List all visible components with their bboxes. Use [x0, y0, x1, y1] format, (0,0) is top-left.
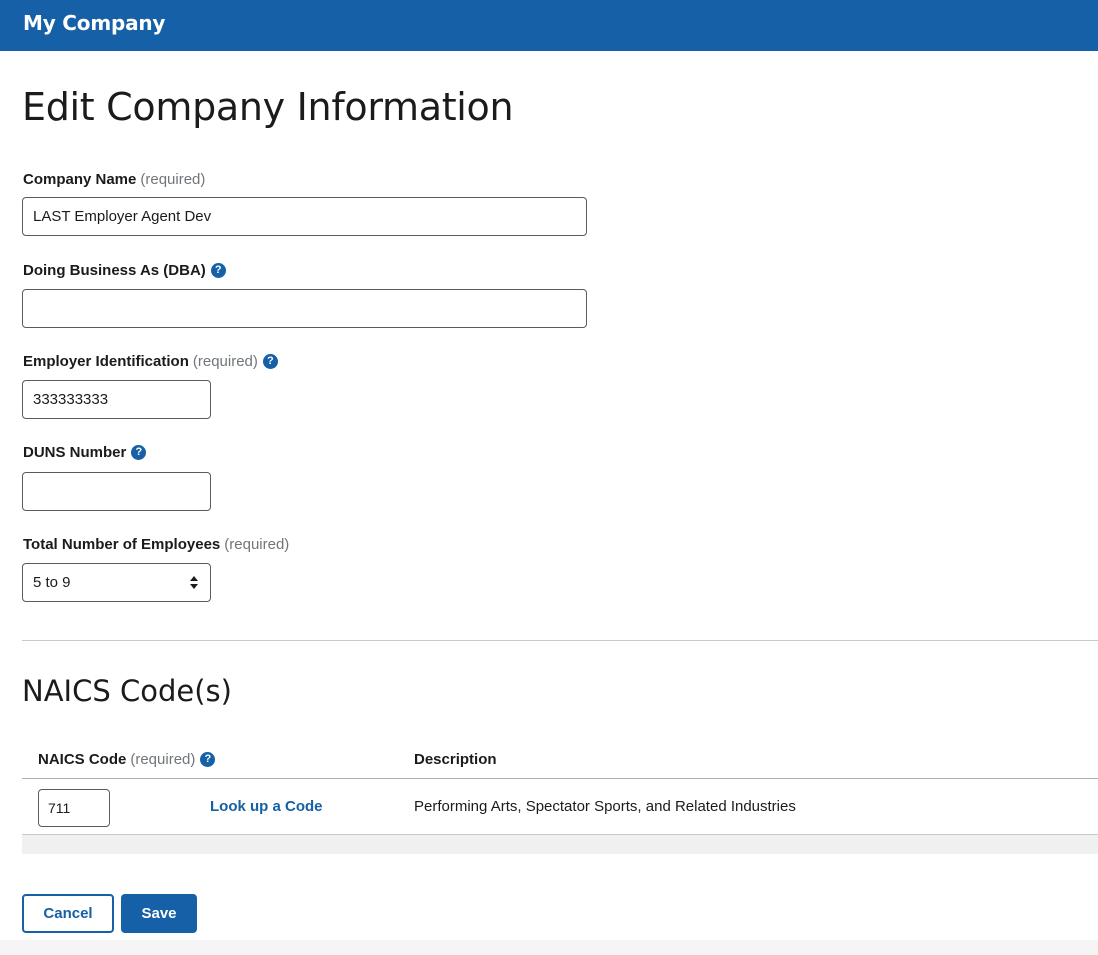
employer-id-value: 333333333	[33, 391, 109, 408]
look-up-code-link[interactable]: Look up a Code	[210, 798, 323, 815]
company-name-input[interactable]: LAST Employer Agent Dev	[22, 197, 587, 236]
employees-label: Total Number of Employees (required)	[23, 536, 289, 553]
naics-table: NAICS Code (required) ? Description 711 …	[22, 740, 1098, 855]
description-column-header: Description	[414, 740, 497, 778]
required-indicator: (required)	[224, 536, 290, 553]
required-indicator: (required)	[140, 171, 206, 188]
table-footer	[22, 835, 1098, 854]
help-icon[interactable]: ?	[131, 445, 147, 460]
naics-description: Performing Arts, Spectator Sports, and R…	[414, 798, 796, 815]
page-title: Edit Company Information	[22, 85, 514, 129]
sort-arrows-icon	[190, 576, 198, 589]
naics-code-column-header: NAICS Code (required) ?	[38, 740, 216, 778]
page-footer-strip	[0, 940, 1098, 955]
dba-label-text: Doing Business As (DBA)	[23, 262, 206, 279]
header-title: My Company	[23, 11, 166, 35]
cancel-button[interactable]: Cancel	[22, 894, 114, 933]
employer-id-label: Employer Identification (required) ?	[23, 353, 278, 370]
duns-input[interactable]	[22, 472, 211, 511]
help-icon[interactable]: ?	[210, 263, 226, 278]
employees-label-text: Total Number of Employees	[23, 536, 221, 553]
employer-id-label-text: Employer Identification	[23, 353, 189, 370]
employees-select[interactable]: 5 to 9	[22, 563, 211, 602]
naics-section-title: NAICS Code(s)	[22, 674, 232, 708]
table-header-divider	[22, 778, 1098, 779]
dba-input[interactable]	[22, 289, 587, 328]
help-icon[interactable]: ?	[262, 354, 278, 369]
top-header-bar: My Company	[0, 0, 1098, 51]
employees-selected-value: 5 to 9	[33, 574, 71, 591]
naics-code-header-text: NAICS Code	[38, 750, 127, 768]
required-indicator: (required)	[130, 750, 196, 768]
company-name-label: Company Name (required)	[23, 171, 205, 188]
company-name-label-text: Company Name	[23, 171, 137, 188]
duns-label-text: DUNS Number	[23, 444, 127, 461]
dba-label: Doing Business As (DBA) ?	[23, 262, 226, 279]
help-icon[interactable]: ?	[200, 751, 216, 767]
duns-label: DUNS Number ?	[23, 444, 147, 461]
employer-id-input[interactable]: 333333333	[22, 380, 211, 419]
section-divider	[22, 640, 1098, 641]
required-indicator: (required)	[192, 353, 258, 370]
naics-code-value: 711	[48, 800, 71, 816]
company-name-value: LAST Employer Agent Dev	[33, 208, 212, 225]
naics-code-input[interactable]: 711	[38, 789, 110, 827]
save-button[interactable]: Save	[121, 894, 197, 933]
description-header-text: Description	[414, 750, 497, 768]
